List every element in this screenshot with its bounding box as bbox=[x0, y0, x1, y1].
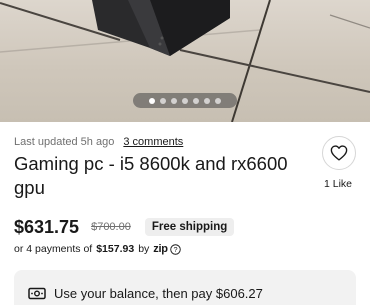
pager-dot[interactable] bbox=[215, 97, 221, 104]
like-count: 1 Like bbox=[324, 178, 353, 190]
last-updated: Last updated 5h ago bbox=[14, 136, 115, 148]
like-button[interactable] bbox=[322, 136, 356, 170]
cash-icon bbox=[28, 287, 46, 300]
info-icon[interactable]: ? bbox=[169, 243, 181, 255]
heart-icon bbox=[330, 145, 348, 161]
balance-text: Use your balance, then pay $606.27 bbox=[54, 286, 263, 301]
pager-dot[interactable] bbox=[204, 97, 210, 104]
zip-logo: zip bbox=[153, 243, 168, 255]
current-price: $631.75 bbox=[14, 216, 80, 237]
comments-link[interactable]: 3 comments bbox=[123, 136, 183, 148]
pager-dot[interactable] bbox=[182, 97, 188, 104]
listing-title: Gaming pc - i5 8600k and rx6600 gpu bbox=[14, 153, 288, 198]
pager-dot[interactable] bbox=[160, 97, 166, 104]
pager-dot[interactable] bbox=[193, 97, 199, 104]
product-photo[interactable] bbox=[0, 0, 370, 122]
installments-row: or 4 payments of $157.93 by zip ? bbox=[14, 241, 181, 257]
installments-by: by bbox=[138, 243, 150, 255]
installments-prefix: or 4 payments of bbox=[14, 243, 93, 255]
original-price: $700.00 bbox=[91, 221, 131, 233]
balance-payment-banner[interactable]: Use your balance, then pay $606.27 bbox=[14, 270, 356, 305]
image-pager[interactable] bbox=[133, 93, 237, 108]
installment-amount: $157.93 bbox=[96, 243, 135, 255]
pager-dot[interactable] bbox=[171, 97, 177, 104]
price-row: $631.75 $700.00 Free shipping bbox=[14, 215, 235, 239]
free-shipping-badge: Free shipping bbox=[144, 218, 235, 236]
listing-meta: Last updated 5h ago 3 comments bbox=[14, 136, 183, 148]
svg-text:?: ? bbox=[173, 245, 177, 254]
pager-dot[interactable] bbox=[149, 97, 155, 104]
